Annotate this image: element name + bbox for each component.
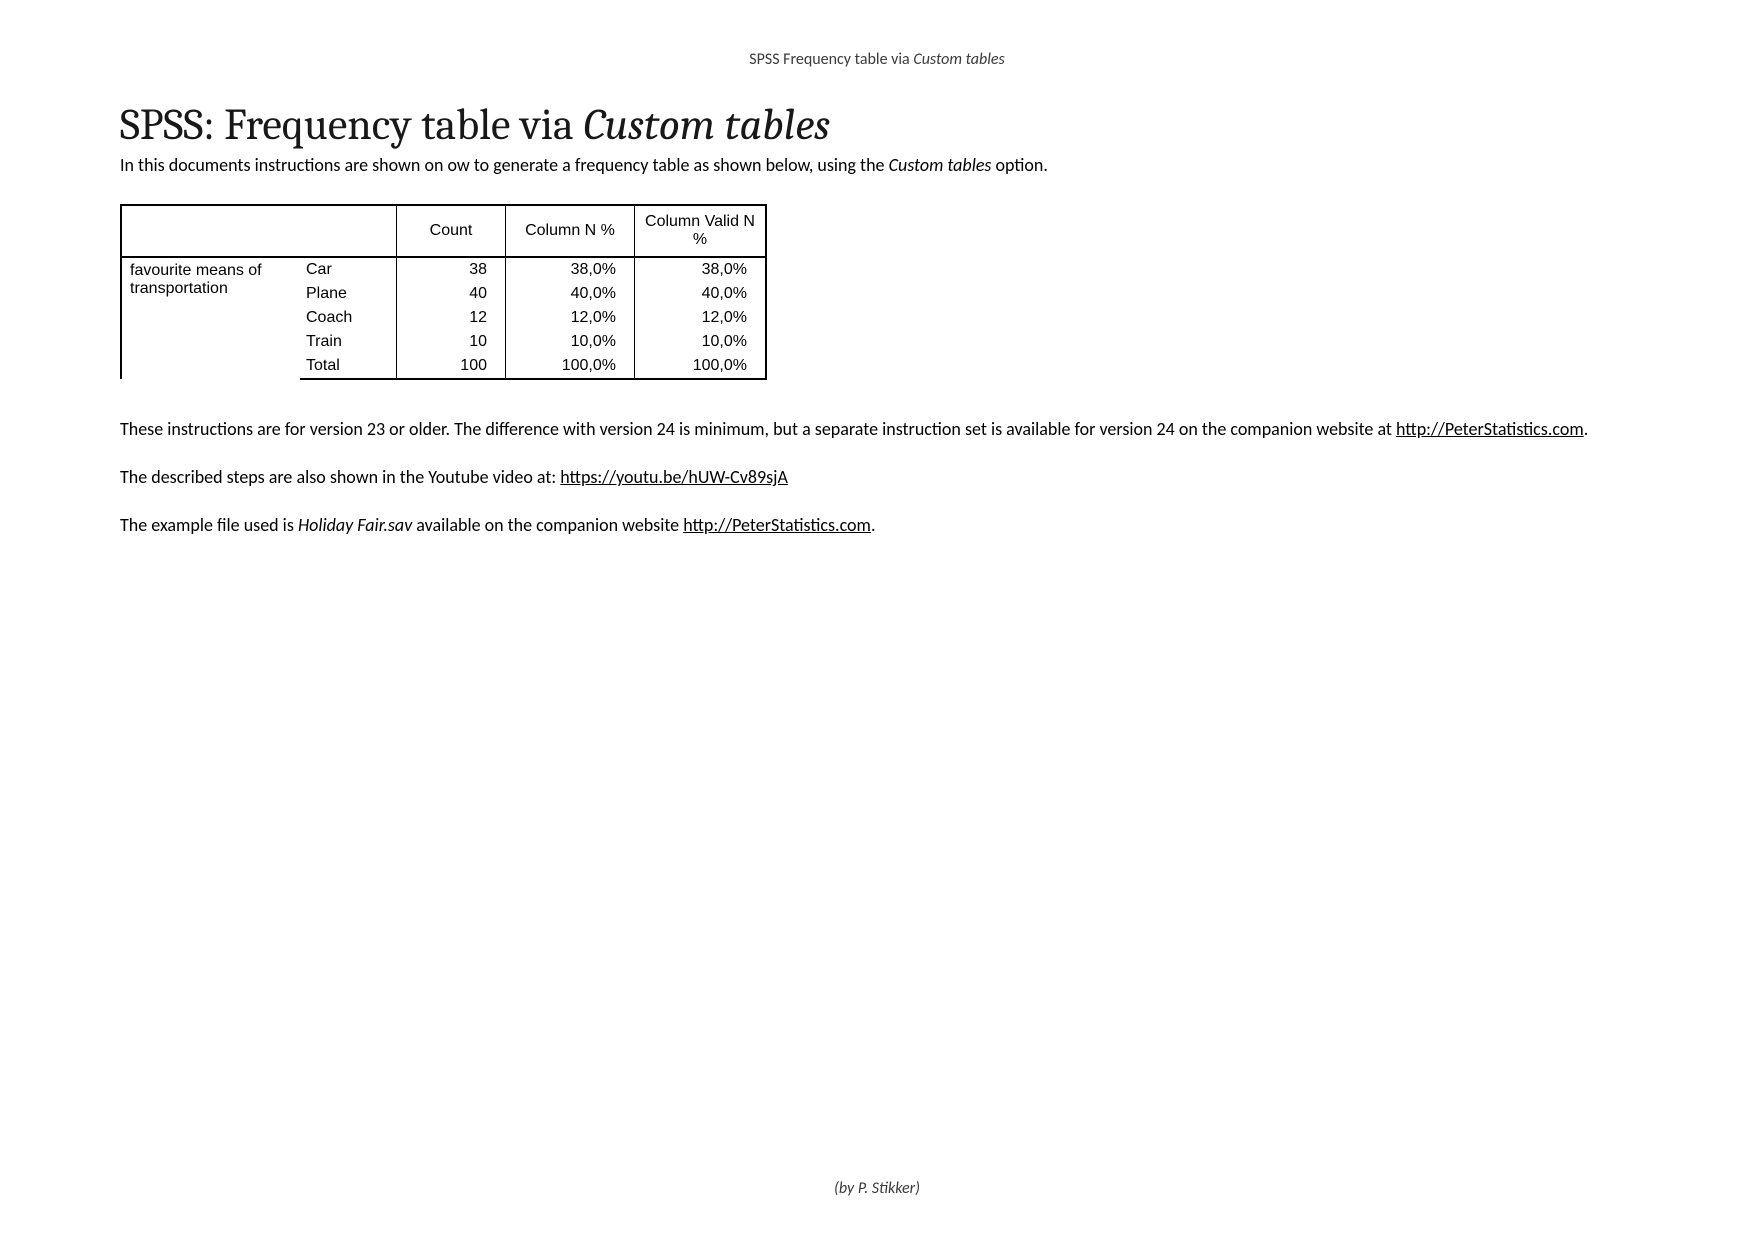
title-prefix: SPSS: Frequency table via (120, 99, 583, 150)
p3-before: The example file used is (120, 514, 298, 536)
table-row: favourite means of transportation Car 38… (121, 257, 766, 282)
cell-count: 12 (397, 306, 506, 330)
cell-pct: 38,0% (506, 257, 635, 282)
cell-valid-pct: 100,0% (635, 354, 767, 379)
col-count: Count (397, 205, 506, 257)
paragraph-youtube: The described steps are also shown in th… (120, 464, 1634, 492)
cat-label: Total (300, 354, 397, 379)
cell-count: 100 (397, 354, 506, 379)
cell-valid-pct: 38,0% (635, 257, 767, 282)
cell-count: 10 (397, 330, 506, 354)
paragraph-example-file: The example file used is Holiday Fair.sa… (120, 512, 1634, 540)
p3-after: . (871, 514, 876, 536)
intro-italic: Custom tables (889, 154, 992, 176)
cell-pct: 100,0% (506, 354, 635, 379)
p1-before: These instructions are for version 23 or… (120, 418, 1396, 440)
cell-valid-pct: 12,0% (635, 306, 767, 330)
row-variable-label: favourite means of transportation (121, 257, 300, 379)
frequency-table: Count Column N % Column Valid N % favour… (120, 204, 767, 380)
table-corner (121, 205, 397, 257)
col-column-valid-n-pct: Column Valid N % (635, 205, 767, 257)
cell-valid-pct: 10,0% (635, 330, 767, 354)
cell-valid-pct: 40,0% (635, 282, 767, 306)
col-column-n-pct: Column N % (506, 205, 635, 257)
cell-pct: 12,0% (506, 306, 635, 330)
cell-count: 38 (397, 257, 506, 282)
intro-paragraph: In this documents instructions are shown… (120, 154, 1634, 176)
link-youtube[interactable]: https://youtu.be/hUW-Cv89sjA (560, 466, 788, 488)
intro-before: In this documents instructions are shown… (120, 154, 889, 176)
p3-mid: available on the companion website (412, 514, 683, 536)
cat-label: Car (300, 257, 397, 282)
intro-after: option. (991, 154, 1047, 176)
p2-before: The described steps are also shown in th… (120, 466, 560, 488)
cat-label: Coach (300, 306, 397, 330)
link-peterstatistics[interactable]: http://PeterStatistics.com (1396, 418, 1584, 440)
title-italic: Custom tables (583, 99, 830, 150)
header-prefix: SPSS Frequency table via (749, 50, 913, 69)
cat-label: Train (300, 330, 397, 354)
link-peterstatistics-2[interactable]: http://PeterStatistics.com (683, 514, 871, 536)
cat-label: Plane (300, 282, 397, 306)
header-italic: Custom tables (913, 50, 1004, 69)
page-content: SPSS: Frequency table via Custom tables … (120, 99, 1634, 540)
p3-italic: Holiday Fair.sav (298, 514, 412, 536)
page-footer: (by P. Stikker) (0, 1179, 1754, 1198)
paragraph-version-note: These instructions are for version 23 or… (120, 416, 1634, 444)
cell-pct: 40,0% (506, 282, 635, 306)
page-title: SPSS: Frequency table via Custom tables (120, 99, 1634, 150)
p1-after: . (1584, 418, 1589, 440)
cell-count: 40 (397, 282, 506, 306)
page-running-header: SPSS Frequency table via Custom tables (0, 0, 1754, 69)
cell-pct: 10,0% (506, 330, 635, 354)
